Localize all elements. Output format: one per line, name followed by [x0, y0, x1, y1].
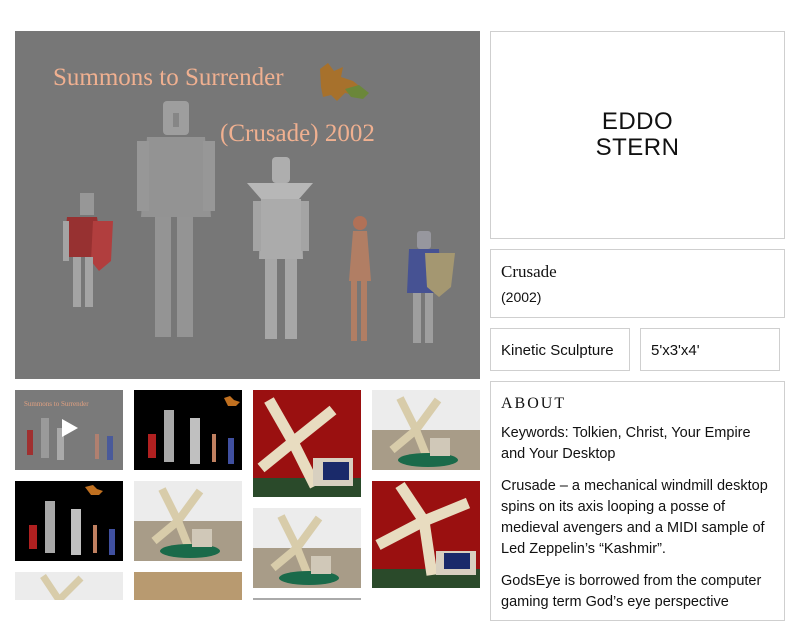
play-icon[interactable] [62, 419, 78, 437]
about-godseye: GodsEye is borrowed from the computer ga… [501, 573, 762, 610]
thumbnail-windmill-room[interactable] [372, 390, 480, 470]
hero-title: Summons to Surrender [53, 64, 284, 91]
thumbnail-video[interactable]: Summons to Surrender [15, 390, 123, 470]
artist-name[interactable]: EDDO STERN [593, 109, 683, 161]
work-year: (2002) [501, 289, 542, 305]
thumbnail-video-title: Summons to Surrender [24, 400, 89, 408]
work-title: Crusade [501, 262, 557, 281]
about-keywords: Keywords: Tolkien, Christ, Your Empire a… [501, 425, 751, 462]
about-panel: ABOUT Keywords: Tolkien, Christ, Your Em… [490, 381, 785, 621]
thumbnail-figures[interactable] [134, 390, 242, 470]
thumbnail-brown[interactable] [134, 572, 242, 600]
artist-card[interactable]: EDDO STERN [490, 31, 785, 239]
thumbnail-windmill-room[interactable] [253, 508, 361, 588]
about-heading: ABOUT [501, 395, 567, 412]
thumbnail-windmill-room[interactable] [15, 572, 123, 600]
work-card: Crusade (2002) [490, 249, 785, 318]
thumbnail-windmill-room[interactable] [134, 481, 242, 561]
about-description: Crusade – a mechanical windmill desktop … [501, 478, 768, 557]
thumbnail-windmill-red[interactable] [253, 390, 361, 497]
thumbnail-windmill-red[interactable] [372, 481, 480, 588]
hero-subtitle: (Crusade) 2002 [220, 120, 375, 147]
medium-tag[interactable]: Kinetic Sculpture [490, 328, 630, 371]
dimensions-tag: 5'x3'x4' [640, 328, 780, 371]
hero-image[interactable]: Summons to Surrender (Crusade) 2002 [15, 31, 480, 379]
thumbnail-figures[interactable] [15, 481, 123, 561]
